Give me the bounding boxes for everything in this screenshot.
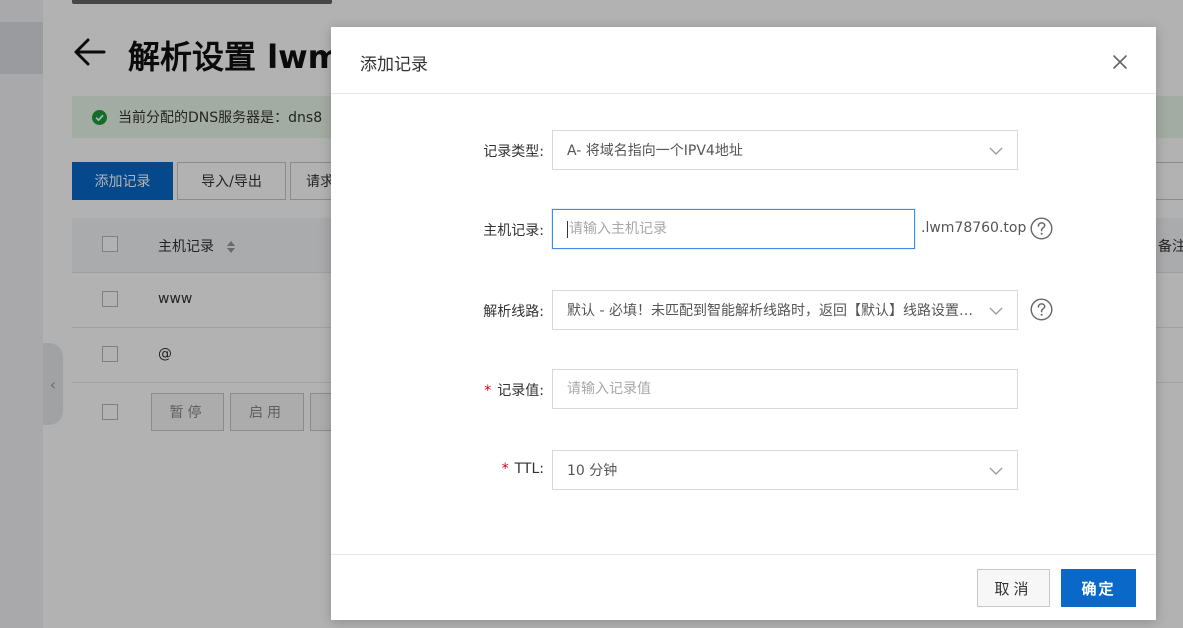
ttl-label: * TTL: <box>502 461 544 477</box>
dialog-footer: 取消 确定 <box>331 554 1156 621</box>
dialog-title: 添加记录 <box>360 55 428 75</box>
resolve-line-row: 解析线路: 默认 - 必填！未匹配到智能解析线路时，返回【默认】线路设置结果 <box>331 290 1156 330</box>
host-record-input[interactable] <box>569 221 914 237</box>
ttl-row: * TTL: 10 分钟 <box>331 450 1156 490</box>
resolve-line-label: 解析线路: <box>483 304 544 320</box>
chevron-down-icon <box>989 467 1003 475</box>
host-record-label: 主机记录: <box>483 223 544 239</box>
record-type-row: 记录类型: A- 将域名指向一个IPV4地址 <box>331 130 1156 170</box>
record-value-input[interactable] <box>567 381 1017 397</box>
record-value-label-text: 记录值: <box>497 383 544 399</box>
host-record-row: 主机记录: .lwm78760.top <box>331 209 1156 249</box>
confirm-button[interactable]: 确定 <box>1061 569 1136 607</box>
dialog-header: 添加记录 <box>331 27 1156 94</box>
help-icon[interactable] <box>1030 217 1053 240</box>
resolve-line-select[interactable]: 默认 - 必填！未匹配到智能解析线路时，返回【默认】线路设置结果 <box>552 290 1018 330</box>
chevron-down-icon <box>989 147 1003 155</box>
host-record-field[interactable] <box>552 209 915 249</box>
record-type-label: 记录类型: <box>483 144 544 160</box>
text-cursor <box>567 220 568 238</box>
domain-suffix: .lwm78760.top <box>921 220 1027 236</box>
record-value-label: * 记录值: <box>484 380 544 400</box>
help-icon[interactable] <box>1030 298 1053 321</box>
cancel-button[interactable]: 取消 <box>977 569 1050 607</box>
record-type-value: A- 将域名指向一个IPV4地址 <box>567 143 743 159</box>
ttl-value: 10 分钟 <box>567 463 618 479</box>
record-value-field[interactable] <box>552 369 1018 409</box>
required-mark: * <box>484 383 492 399</box>
required-mark: * <box>501 461 509 477</box>
ttl-label-text: TTL: <box>514 461 544 477</box>
chevron-down-icon <box>989 307 1003 315</box>
record-value-row: * 记录值: <box>331 369 1156 409</box>
add-record-dialog: 添加记录 记录类型: A- 将域名指向一个IPV4地址 主机记录: .lwm78… <box>331 27 1156 620</box>
resolve-line-value: 默认 - 必填！未匹配到智能解析线路时，返回【默认】线路设置结果 <box>567 303 987 319</box>
close-icon[interactable] <box>1111 53 1129 71</box>
record-type-select[interactable]: A- 将域名指向一个IPV4地址 <box>552 130 1018 170</box>
ttl-select[interactable]: 10 分钟 <box>552 450 1018 490</box>
